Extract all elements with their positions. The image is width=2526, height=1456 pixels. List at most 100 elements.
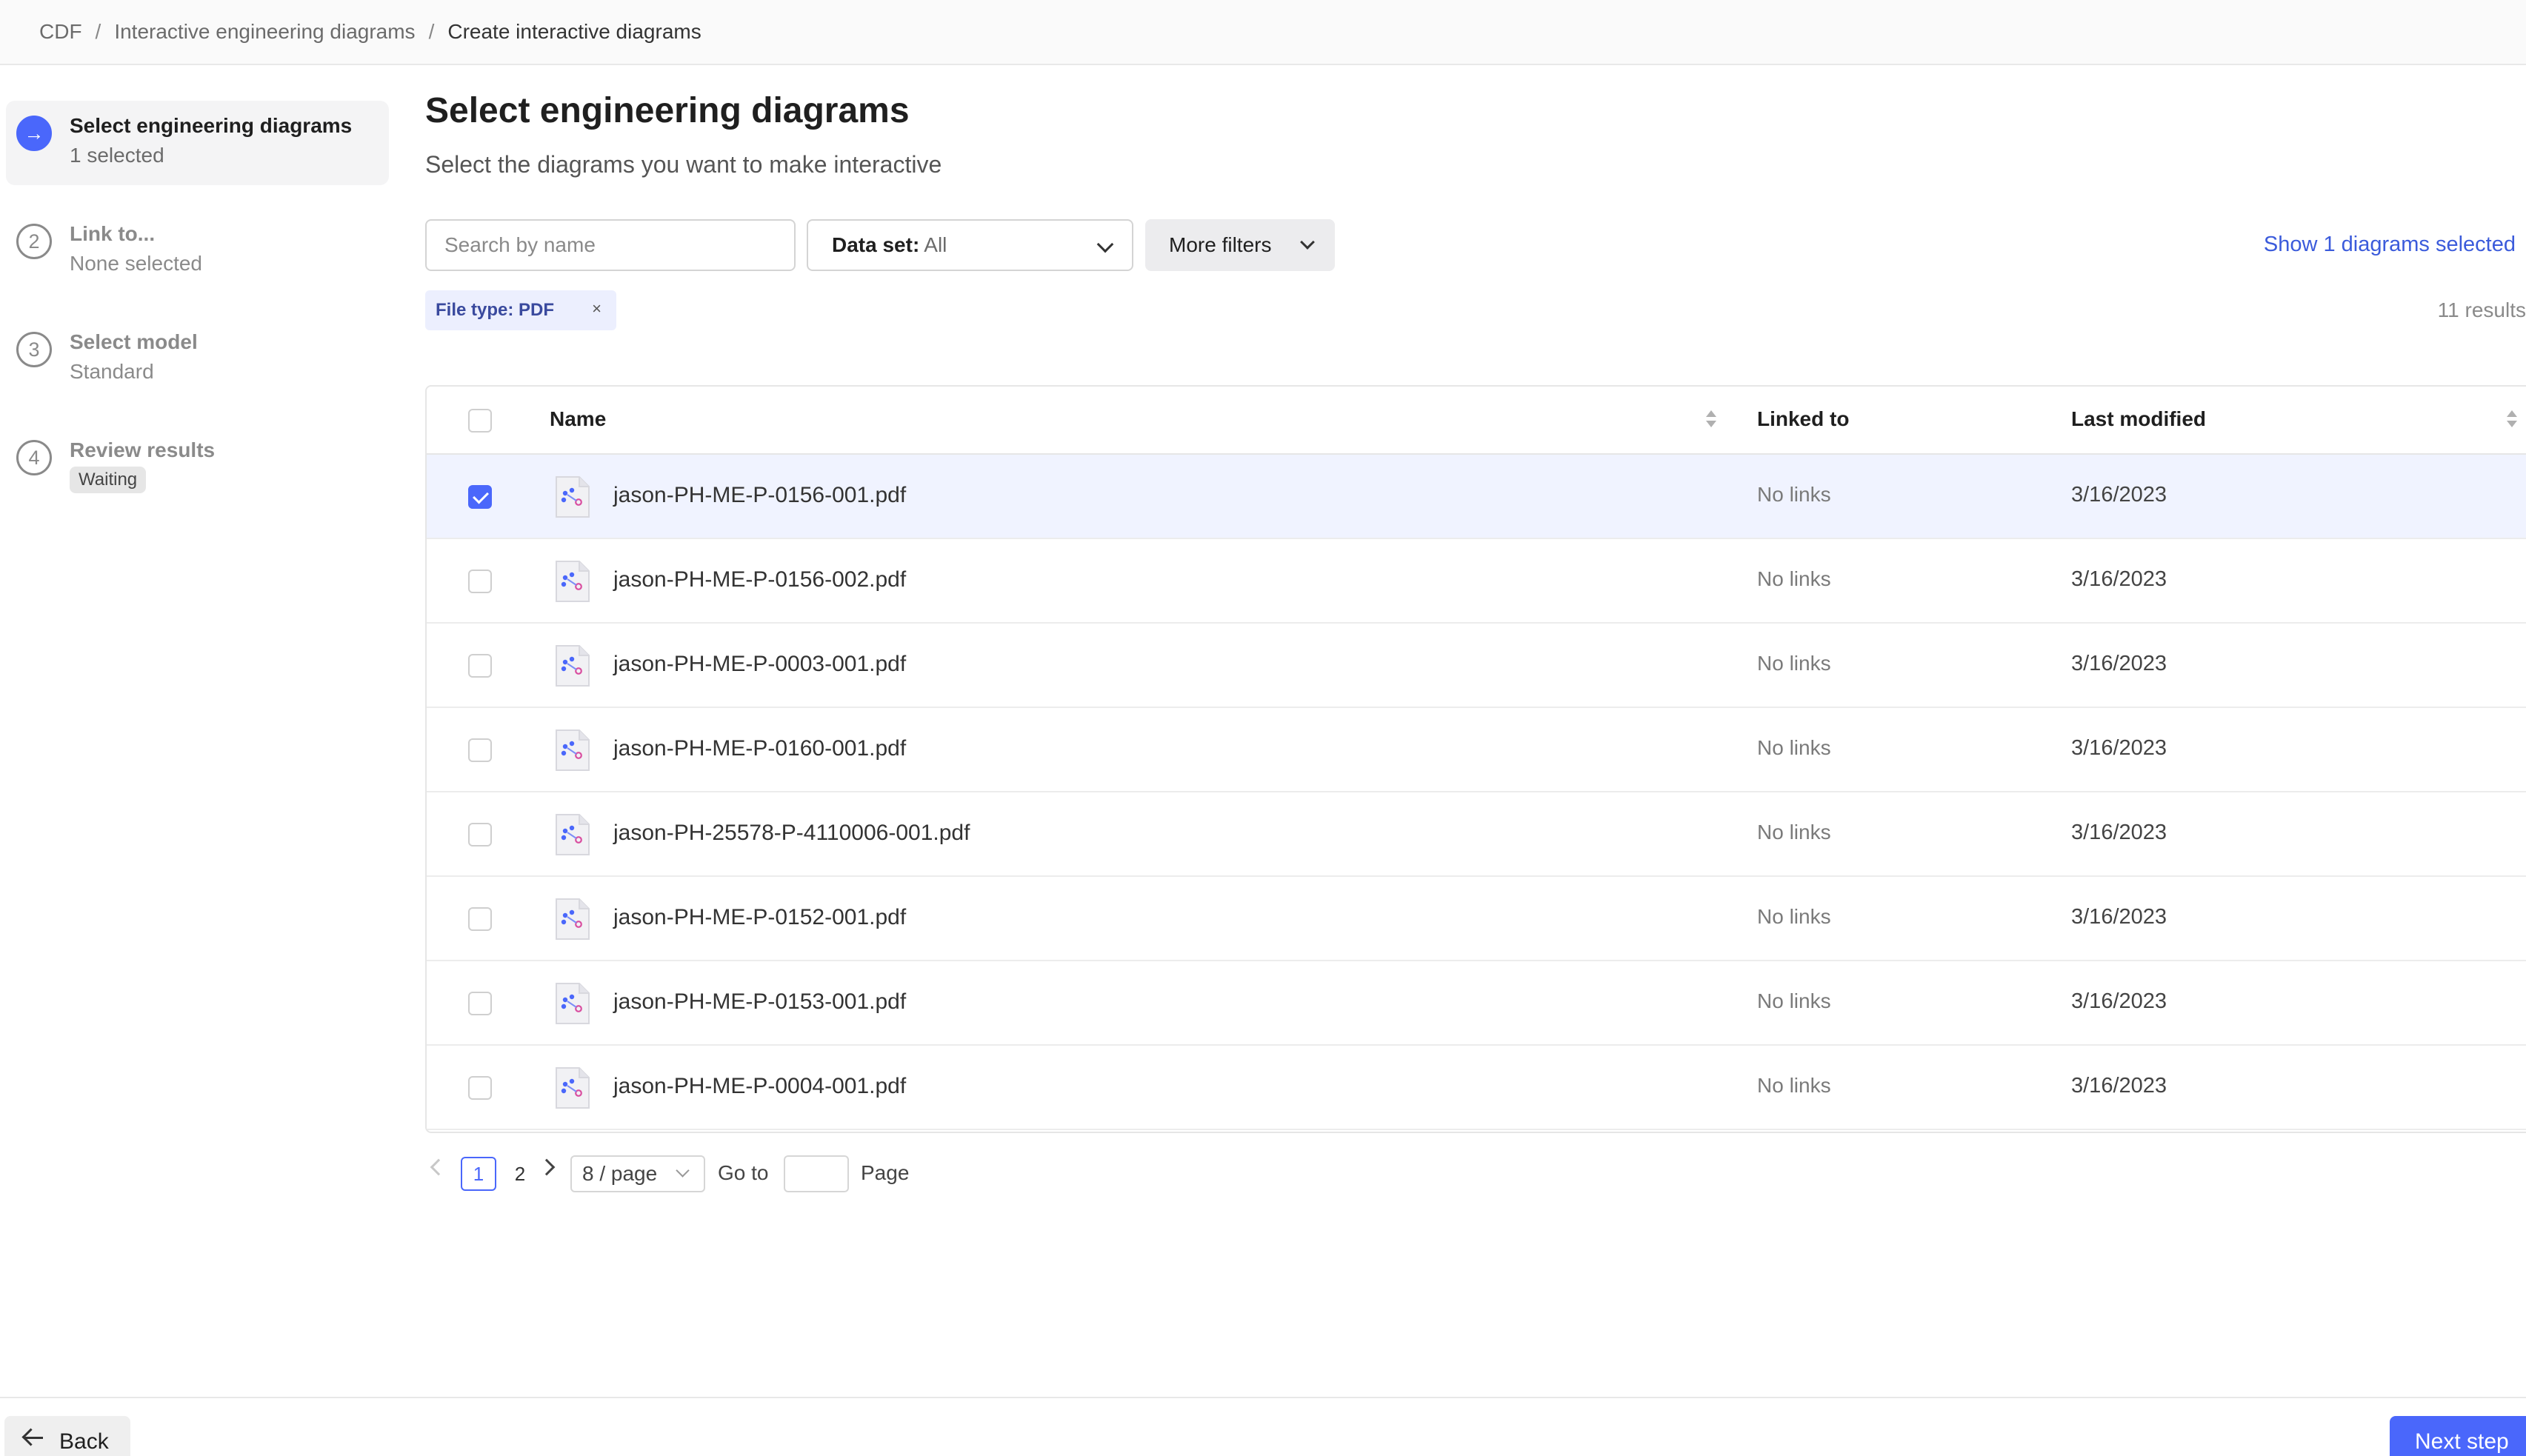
diagram-file-icon (556, 814, 590, 855)
goto-page-input[interactable] (784, 1155, 849, 1192)
step-number: 3 (16, 332, 52, 367)
page-size-select[interactable]: 8 / page (570, 1155, 705, 1192)
file-name[interactable]: jason-PH-ME-P-0160-001.pdf (613, 736, 906, 761)
page-label: Page (861, 1161, 910, 1184)
file-name[interactable]: jason-PH-ME-P-0153-001.pdf (613, 989, 906, 1015)
table-header: Name Linked to Last modified (427, 387, 2526, 455)
dataset-select[interactable]: Data set: All (807, 219, 1133, 271)
table-row[interactable]: jason-PH-25578-P-4110006-001.pdf No links… (427, 792, 2526, 877)
goto-label: Go to (718, 1161, 769, 1184)
row-checkbox[interactable] (468, 823, 492, 846)
table-row[interactable]: jason-PH-ME-P-0003-001.pdf No links 3/16/2… (427, 624, 2526, 708)
linked-to-value: No links (1757, 652, 1831, 675)
last-modified-value: 3/16/2023 (2071, 483, 2167, 507)
linked-to-value: No links (1757, 821, 1831, 844)
linked-to-value: No links (1757, 736, 1831, 759)
arrow-left-icon (25, 1437, 43, 1439)
linked-to-value: No links (1757, 483, 1831, 506)
page-subtitle: Select the diagrams you want to make int… (425, 151, 942, 178)
table-row[interactable]: jason-PH-ME-P-0004-001.pdf No links 3/16/2… (427, 1046, 2526, 1130)
breadcrumb-item-cdf[interactable]: CDF (39, 20, 82, 44)
table-row[interactable]: jason-PH-ME-P-0153-001.pdf No links 3/16/2… (427, 961, 2526, 1046)
diagram-file-icon (556, 898, 590, 940)
diagrams-table: Name Linked to Last modified jason-PH-ME… (425, 385, 2526, 1133)
step-subtitle: 1 selected (70, 144, 164, 167)
results-count: 11 results (2437, 298, 2526, 321)
row-checkbox[interactable] (468, 907, 492, 931)
row-checkbox[interactable] (468, 992, 492, 1015)
filter-chip-label: File type: PDF (436, 300, 555, 320)
column-header-name[interactable]: Name (550, 407, 606, 431)
diagram-file-icon (556, 645, 590, 687)
pagination-page-2[interactable]: 2 (507, 1157, 533, 1191)
linked-to-value: No links (1757, 905, 1831, 928)
row-checkbox[interactable] (468, 1076, 492, 1100)
step-title: Select model (70, 330, 198, 353)
file-name[interactable]: jason-PH-ME-P-0156-001.pdf (613, 483, 906, 508)
more-filters-button[interactable]: More filters (1145, 219, 1335, 271)
select-all-checkbox[interactable] (468, 409, 492, 433)
pagination-page-1[interactable]: 1 (461, 1157, 496, 1191)
row-checkbox[interactable] (468, 738, 492, 762)
page-title: Select engineering diagrams (425, 91, 910, 130)
close-icon[interactable]: × (592, 299, 601, 318)
back-button[interactable]: Back (4, 1416, 130, 1456)
linked-to-value: No links (1757, 567, 1831, 590)
pagination-prev-icon[interactable] (430, 1158, 447, 1176)
last-modified-value: 3/16/2023 (2071, 652, 2167, 675)
step-select-model[interactable]: 3 Select model Standard (6, 317, 389, 401)
file-name[interactable]: jason-PH-ME-P-0152-001.pdf (613, 905, 906, 930)
pagination-next-icon[interactable] (538, 1158, 556, 1176)
next-step-button[interactable]: Next step (2390, 1416, 2526, 1456)
step-number: 2 (16, 224, 52, 259)
arrow-right-icon: → (16, 116, 52, 151)
diagram-file-icon (556, 476, 590, 518)
row-checkbox[interactable] (468, 485, 492, 509)
footer-bar (0, 1397, 2526, 1456)
step-select-diagrams[interactable]: → Select engineering diagrams 1 selected (6, 101, 389, 185)
step-link-to[interactable]: 2 Link to... None selected (6, 209, 389, 293)
file-name[interactable]: jason-PH-ME-P-0004-001.pdf (613, 1074, 906, 1099)
row-checkbox[interactable] (468, 570, 492, 593)
step-title: Link to... (70, 222, 156, 245)
sort-icon[interactable] (1706, 409, 1716, 431)
table-row[interactable]: jason-PH-ME-P-0156-001.pdf No links 3/16/2… (427, 455, 2526, 539)
breadcrumb-item-current: Create interactive diagrams (447, 20, 702, 43)
row-checkbox[interactable] (468, 654, 492, 678)
diagram-file-icon (556, 983, 590, 1024)
dataset-value: All (924, 233, 947, 256)
step-subtitle: Standard (70, 360, 154, 383)
file-name[interactable]: jason-PH-ME-P-0156-002.pdf (613, 567, 906, 592)
back-button-label: Back (59, 1429, 109, 1454)
table-row[interactable]: jason-PH-ME-P-0152-001.pdf No links 3/16/2… (427, 877, 2526, 961)
chevron-down-icon (676, 1163, 690, 1178)
filter-chip-file-type: File type: PDF × (425, 290, 616, 330)
column-header-last-modified[interactable]: Last modified (2071, 407, 2206, 431)
file-name[interactable]: jason-PH-25578-P-4110006-001.pdf (613, 821, 970, 846)
file-name[interactable]: jason-PH-ME-P-0003-001.pdf (613, 652, 906, 677)
status-badge: Waiting (70, 467, 147, 493)
breadcrumb-item-interactive-diagrams[interactable]: Interactive engineering diagrams (114, 20, 415, 44)
chevron-down-icon (1096, 236, 1114, 253)
chevron-down-icon (1300, 235, 1315, 250)
search-input[interactable] (425, 219, 796, 271)
more-filters-label: More filters (1169, 233, 1272, 256)
page-size-value: 8 / page (582, 1162, 658, 1185)
last-modified-value: 3/16/2023 (2071, 905, 2167, 929)
show-selected-link[interactable]: Show 1 diagrams selected (2264, 233, 2516, 257)
step-subtitle: None selected (70, 252, 203, 275)
last-modified-value: 3/16/2023 (2071, 567, 2167, 591)
last-modified-value: 3/16/2023 (2071, 821, 2167, 844)
step-number: 4 (16, 440, 52, 475)
table-row[interactable]: jason-PH-ME-P-0156-002.pdf No links 3/16/2… (427, 539, 2526, 624)
table-row[interactable]: jason-PH-ME-P-0160-001.pdf No links 3/16/2… (427, 708, 2526, 792)
step-title: Select engineering diagrams (70, 114, 353, 137)
last-modified-value: 3/16/2023 (2071, 989, 2167, 1013)
diagram-file-icon (556, 729, 590, 771)
step-review-results[interactable]: 4 Review results Waiting (6, 425, 389, 510)
breadcrumb-separator: / (95, 20, 101, 43)
next-step-label: Next step (2415, 1429, 2509, 1454)
dataset-label: Data set: (832, 233, 920, 256)
last-modified-value: 3/16/2023 (2071, 736, 2167, 760)
sort-icon[interactable] (2507, 409, 2517, 431)
